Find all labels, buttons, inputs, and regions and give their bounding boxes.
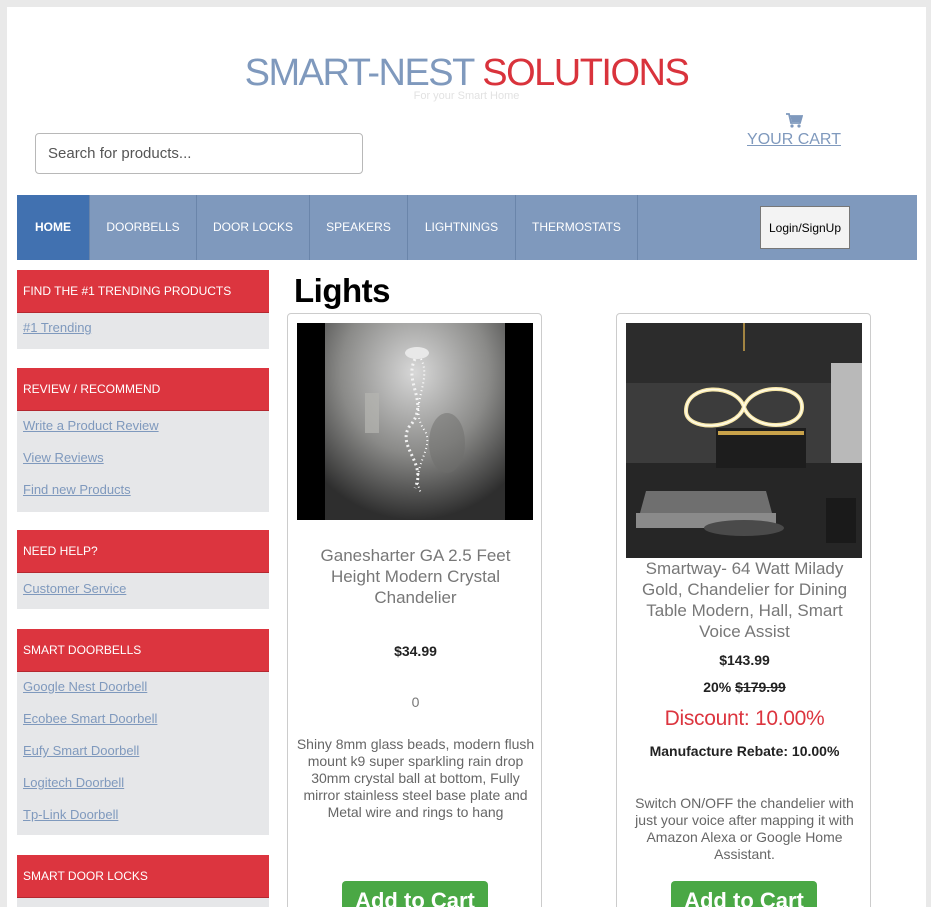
brand-logo[interactable]: SMART-NEST SOLUTIONS bbox=[7, 53, 926, 93]
sidebar-section-review: Write a Product Review View Reviews Find… bbox=[17, 411, 269, 512]
brand-tagline: For your Smart Home bbox=[413, 90, 520, 102]
nav-home[interactable]: HOME bbox=[17, 195, 90, 260]
sidebar-link-ecobee[interactable]: Ecobee Smart Doorbell bbox=[23, 711, 157, 726]
sidebar-section-door-locks bbox=[17, 898, 269, 907]
cart-link[interactable]: YOUR CART bbox=[742, 113, 846, 149]
product-image[interactable] bbox=[626, 323, 862, 558]
product-description: Shiny 8mm glass beads, modern flush moun… bbox=[296, 736, 535, 820]
product-card: Smartway- 64 Watt Milady Gold, Chandelie… bbox=[616, 313, 871, 907]
sidebar-heading-trending: FIND THE #1 TRENDING PRODUCTS bbox=[17, 270, 269, 313]
sidebar-heading-doorbells: SMART DOORBELLS bbox=[17, 629, 269, 672]
add-to-cart-button[interactable]: Add to Cart bbox=[671, 881, 817, 907]
sidebar-link-find-products[interactable]: Find new Products bbox=[23, 482, 131, 497]
product-count: 0 bbox=[411, 694, 420, 710]
brand-name-part1: SMART-NEST bbox=[244, 52, 475, 94]
chandelier-room-photo bbox=[626, 323, 862, 558]
product-name[interactable]: Ganesharter GA 2.5 Feet Height Modern Cr… bbox=[288, 545, 543, 608]
page-title: Lights bbox=[294, 272, 390, 309]
product-name[interactable]: Smartway- 64 Watt Milady Gold, Chandelie… bbox=[617, 558, 872, 642]
search-input[interactable] bbox=[35, 133, 363, 174]
cart-icon bbox=[785, 113, 803, 128]
sidebar-link-google-nest[interactable]: Google Nest Doorbell bbox=[23, 679, 147, 694]
brand-name-part2: SOLUTIONS bbox=[482, 52, 690, 94]
product-price: $143.99 bbox=[719, 652, 770, 668]
nav-doorbells[interactable]: DOORBELLS bbox=[90, 195, 197, 260]
main-nav: HOME DOORBELLS DOOR LOCKS SPEAKERS LIGHT… bbox=[17, 195, 917, 260]
nav-speakers[interactable]: SPEAKERS bbox=[310, 195, 408, 260]
login-signup-button[interactable]: Login/SignUp bbox=[760, 206, 850, 249]
sidebar-link-trending[interactable]: #1 Trending bbox=[23, 320, 92, 335]
sidebar-link-logitech[interactable]: Logitech Doorbell bbox=[23, 775, 124, 790]
discount-percent: 20% bbox=[703, 679, 732, 695]
product-discount-row: 20% $179.99 bbox=[617, 679, 872, 695]
add-to-cart-button[interactable]: Add to Cart bbox=[342, 881, 488, 907]
discount-label: Discount: 10.00% bbox=[664, 707, 825, 730]
sidebar-link-view-reviews[interactable]: View Reviews bbox=[23, 450, 104, 465]
page: SMART-NEST SOLUTIONS For your Smart Home… bbox=[7, 7, 926, 907]
product-price: $34.99 bbox=[394, 643, 437, 659]
cart-label[interactable]: YOUR CART bbox=[742, 131, 846, 149]
sidebar-heading-door-locks: SMART DOOR LOCKS bbox=[17, 855, 269, 898]
sidebar-link-eufy[interactable]: Eufy Smart Doorbell bbox=[23, 743, 139, 758]
sidebar-section-trending: #1 Trending bbox=[17, 313, 269, 349]
nav-lightnings[interactable]: LIGHTNINGS bbox=[408, 195, 516, 260]
sidebar-link-customer-service[interactable]: Customer Service bbox=[23, 581, 126, 596]
sidebar-heading-help: NEED HELP? bbox=[17, 530, 269, 573]
original-price: $179.99 bbox=[735, 679, 786, 695]
product-image[interactable] bbox=[297, 323, 533, 520]
product-card: Ganesharter GA 2.5 Feet Height Modern Cr… bbox=[287, 313, 542, 907]
nav-thermostats[interactable]: THERMOSTATS bbox=[516, 195, 638, 260]
chandelier-photo bbox=[297, 323, 533, 520]
sidebar-link-tp-link[interactable]: Tp-Link Doorbell bbox=[23, 807, 118, 822]
sidebar-heading-review: REVIEW / RECOMMEND bbox=[17, 368, 269, 411]
nav-door-locks[interactable]: DOOR LOCKS bbox=[197, 195, 310, 260]
product-description: Switch ON/OFF the chandelier with just y… bbox=[635, 795, 854, 862]
sidebar-link-write-review[interactable]: Write a Product Review bbox=[23, 418, 159, 433]
rebate-label: Manufacture Rebate: 10.00% bbox=[649, 743, 840, 759]
sidebar-section-doorbells: Google Nest Doorbell Ecobee Smart Doorbe… bbox=[17, 672, 269, 835]
sidebar-section-help: Customer Service bbox=[17, 573, 269, 609]
